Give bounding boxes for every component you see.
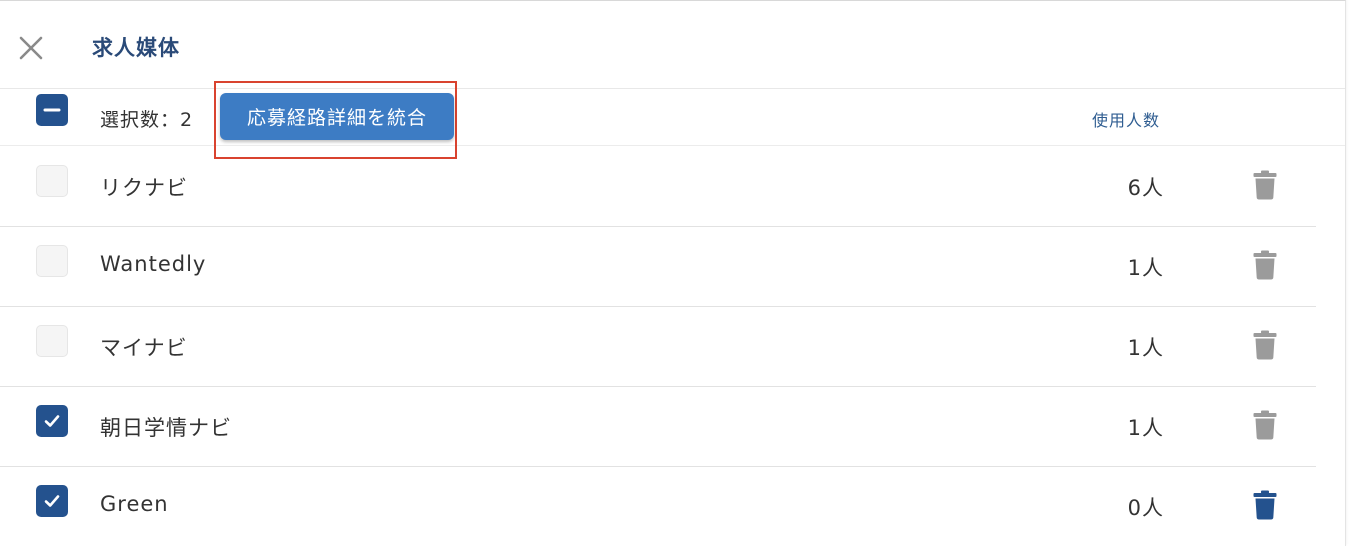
bulk-action-bar: 選択数：2 応募経路詳細を統合 使用人数 [0,81,1345,159]
checkmark-icon [44,415,60,427]
delete-button[interactable] [1253,410,1277,440]
merge-button[interactable]: 応募経路詳細を統合 [220,93,454,140]
minus-icon [43,108,61,112]
usage-count: 0人 [1127,496,1164,520]
media-name: マイナビ [100,336,188,360]
trash-icon [1253,490,1277,520]
trash-icon [1253,250,1277,280]
row-checkbox[interactable] [36,165,68,197]
trash-icon [1253,330,1277,360]
selection-count: 選択数：2 [100,109,194,131]
media-name: Green [100,492,169,516]
delete-button[interactable] [1253,170,1277,200]
media-name: Wantedly [100,252,207,276]
usage-count: 1人 [1127,336,1164,360]
media-name: 朝日学情ナビ [100,416,232,440]
usage-count: 1人 [1127,416,1164,440]
checkmark-icon [44,495,60,507]
list-item: リクナビ 6人 [0,147,1316,227]
media-name: リクナビ [100,176,188,200]
close-button[interactable] [17,34,45,62]
panel-header: 求人媒体 [0,1,1345,89]
usage-count-column-header: 使用人数 [1091,111,1160,130]
page-title: 求人媒体 [92,36,180,60]
select-all-checkbox[interactable] [36,94,68,126]
list-item: 朝日学情ナビ 1人 [0,387,1316,467]
list-item: Wantedly 1人 [0,227,1316,307]
close-icon [19,36,43,60]
list-item: マイナビ 1人 [0,307,1316,387]
usage-count: 1人 [1127,256,1164,280]
media-list: リクナビ 6人 Wantedly 1人 マイナビ 1人 朝日学情ナビ 1人 Green 0人 [0,147,1345,546]
row-checkbox[interactable] [36,485,68,517]
delete-button[interactable] [1253,490,1277,520]
row-checkbox[interactable] [36,405,68,437]
row-checkbox[interactable] [36,325,68,357]
list-item: Green 0人 [0,467,1316,546]
job-media-panel: 求人媒体 選択数：2 応募経路詳細を統合 使用人数 リクナビ 6人 Wantedly… [0,0,1346,546]
trash-icon [1253,170,1277,200]
delete-button[interactable] [1253,250,1277,280]
row-checkbox[interactable] [36,245,68,277]
usage-count: 6人 [1127,176,1164,200]
trash-icon [1253,410,1277,440]
delete-button[interactable] [1253,330,1277,360]
